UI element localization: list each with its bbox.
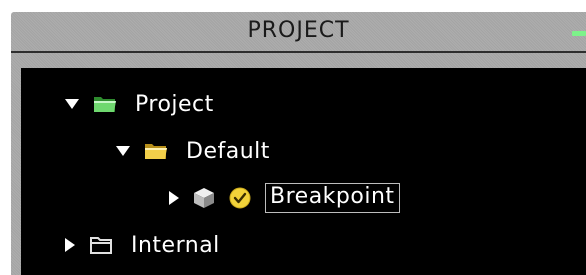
- folder-open-icon: [93, 94, 117, 114]
- checkbox-checked-icon[interactable]: [229, 187, 251, 209]
- tree-item-label: Default: [186, 138, 270, 164]
- title-bar[interactable]: PROJECT: [11, 12, 586, 53]
- tree-item-breakpoint[interactable]: Breakpoint: [169, 178, 400, 218]
- expand-arrow-icon[interactable]: [65, 99, 79, 109]
- tree-item-label: Internal: [131, 232, 220, 258]
- panel-title: PROJECT: [247, 18, 350, 43]
- tree-item-internal[interactable]: Internal: [65, 225, 220, 265]
- collapse-arrow-icon[interactable]: [65, 238, 75, 252]
- tree-item-default[interactable]: Default: [116, 131, 270, 171]
- folder-closed-icon: [89, 235, 113, 255]
- collapse-arrow-icon[interactable]: [169, 191, 179, 205]
- tree-item-label-selected[interactable]: Breakpoint: [265, 183, 400, 213]
- minimize-icon[interactable]: [572, 31, 586, 36]
- cube-icon: [193, 187, 215, 209]
- expand-arrow-icon[interactable]: [116, 146, 130, 156]
- tree-view[interactable]: Project Default Breakpoint Internal: [21, 68, 586, 275]
- tree-item-project[interactable]: Project: [65, 84, 214, 124]
- folder-open-icon: [144, 141, 168, 161]
- tree-item-label: Project: [135, 91, 214, 117]
